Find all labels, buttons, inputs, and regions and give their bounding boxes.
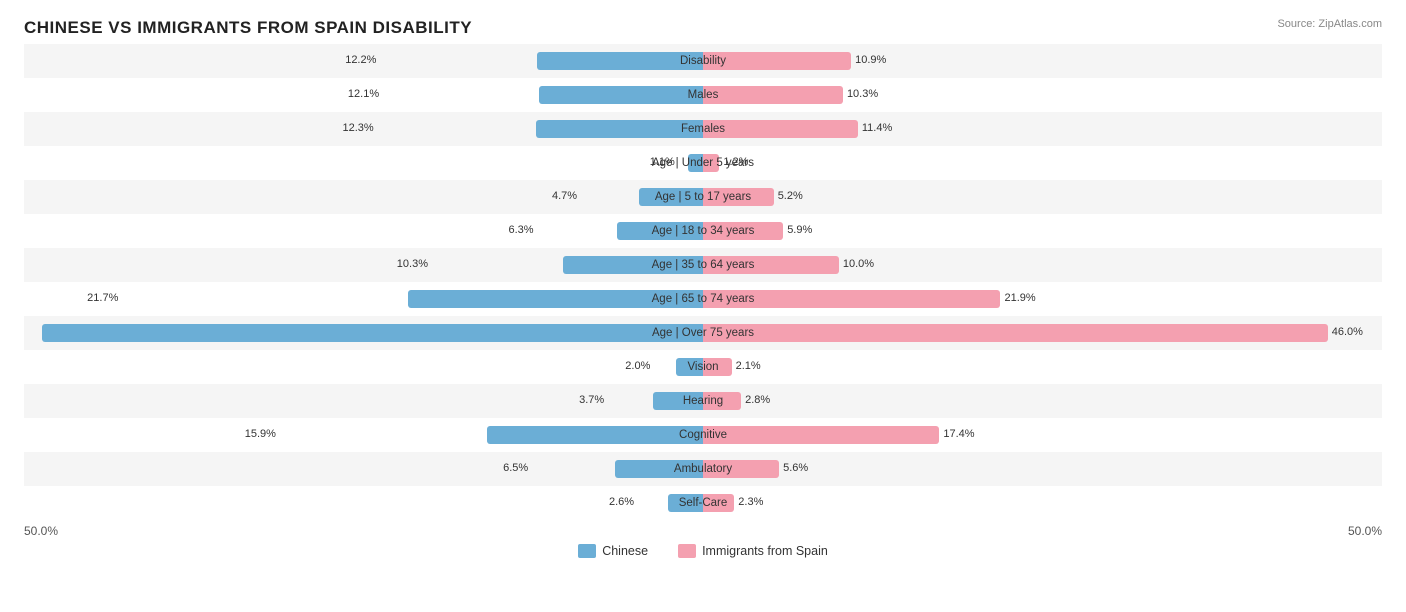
val-left: 15.9%: [245, 428, 276, 440]
chart-area: Disability 12.2% 10.9% Males 12.1% 10.3% Femal…: [24, 44, 1382, 520]
bar-right: [703, 86, 843, 104]
chart-row: Age | 35 to 64 years 10.3% 10.0%: [24, 248, 1382, 282]
source-label: Source: ZipAtlas.com: [1277, 18, 1382, 30]
chart-row: Cognitive 15.9% 17.4%: [24, 418, 1382, 452]
val-left: 3.7%: [579, 394, 604, 406]
val-left: 6.3%: [508, 224, 533, 236]
chart-row: Females 12.3% 11.4%: [24, 112, 1382, 146]
bar-left: [536, 120, 703, 138]
val-right: 5.6%: [783, 462, 808, 474]
chart-title: CHINESE VS IMMIGRANTS FROM SPAIN DISABIL…: [24, 18, 1382, 38]
bar-right: [703, 324, 1328, 342]
val-left: 12.1%: [348, 88, 379, 100]
bar-right: [703, 120, 858, 138]
row-label: Vision: [687, 361, 718, 373]
chart-row: Age | Over 75 years48.7%46.0%: [24, 316, 1382, 350]
val-left: 6.5%: [503, 462, 528, 474]
val-left: 10.3%: [397, 258, 428, 270]
legend-chinese: Chinese: [578, 544, 648, 558]
legend-chinese-icon: [578, 544, 596, 558]
axis-right: 50.0%: [1348, 524, 1382, 538]
row-label: Self-Care: [679, 497, 728, 509]
chart-container: CHINESE VS IMMIGRANTS FROM SPAIN DISABIL…: [0, 0, 1406, 612]
row-label: Cognitive: [679, 429, 727, 441]
val-left: 2.0%: [625, 360, 650, 372]
val-left: 12.3%: [342, 122, 373, 134]
row-label: Age | Over 75 years: [652, 327, 754, 339]
row-label: Ambulatory: [674, 463, 732, 475]
val-right: 10.0%: [843, 258, 874, 270]
row-label: Hearing: [683, 395, 723, 407]
val-right: 2.1%: [736, 360, 761, 372]
bar-left: [487, 426, 703, 444]
chart-row: Age | 5 to 17 years 4.7% 5.2%: [24, 180, 1382, 214]
row-label: Disability: [680, 55, 726, 67]
row-label: Age | 5 to 17 years: [655, 191, 751, 203]
row-label: Males: [688, 89, 719, 101]
val-left: 4.7%: [552, 190, 577, 202]
val-left: 12.2%: [345, 54, 376, 66]
row-label: Age | 35 to 64 years: [652, 259, 755, 271]
chart-row: Hearing 3.7% 2.8%: [24, 384, 1382, 418]
legend: Chinese Immigrants from Spain: [24, 544, 1382, 558]
val-right: 17.4%: [943, 428, 974, 440]
chart-row: Ambulatory 6.5% 5.6%: [24, 452, 1382, 486]
chart-row: Age | Under 5 years1.1%1.2%: [24, 146, 1382, 180]
axis-row: 50.0% 50.0%: [24, 524, 1382, 538]
val-right: 5.9%: [787, 224, 812, 236]
bar-left: [42, 324, 703, 342]
val-right: 10.3%: [847, 88, 878, 100]
val-right: 46.0%: [1332, 326, 1363, 338]
chart-row: Age | 18 to 34 years 6.3% 5.9%: [24, 214, 1382, 248]
row-label: Age | 65 to 74 years: [652, 293, 755, 305]
val-right: 10.9%: [855, 54, 886, 66]
row-label: Females: [681, 123, 725, 135]
val-left: 1.1%: [650, 156, 675, 168]
val-left: 21.7%: [87, 292, 118, 304]
chart-row: Disability 12.2% 10.9%: [24, 44, 1382, 78]
val-right: 2.3%: [738, 496, 763, 508]
val-right: 21.9%: [1004, 292, 1035, 304]
chart-row: Age | 65 to 74 years 21.7% 21.9%: [24, 282, 1382, 316]
axis-left: 50.0%: [24, 524, 58, 538]
val-left: 2.6%: [609, 496, 634, 508]
row-label: Age | 18 to 34 years: [652, 225, 755, 237]
val-right: 1.2%: [723, 156, 748, 168]
val-right: 5.2%: [778, 190, 803, 202]
bar-left: [537, 52, 703, 70]
chart-row: Self-Care 2.6% 2.3%: [24, 486, 1382, 520]
legend-immigrants: Immigrants from Spain: [678, 544, 828, 558]
legend-immigrants-label: Immigrants from Spain: [702, 544, 828, 558]
val-right: 11.4%: [862, 122, 892, 134]
val-right: 2.8%: [745, 394, 770, 406]
bar-left: [539, 86, 703, 104]
chart-row: Vision 2.0% 2.1%: [24, 350, 1382, 384]
chart-row: Males 12.1% 10.3%: [24, 78, 1382, 112]
legend-immigrants-icon: [678, 544, 696, 558]
legend-chinese-label: Chinese: [602, 544, 648, 558]
bar-right: [703, 426, 939, 444]
